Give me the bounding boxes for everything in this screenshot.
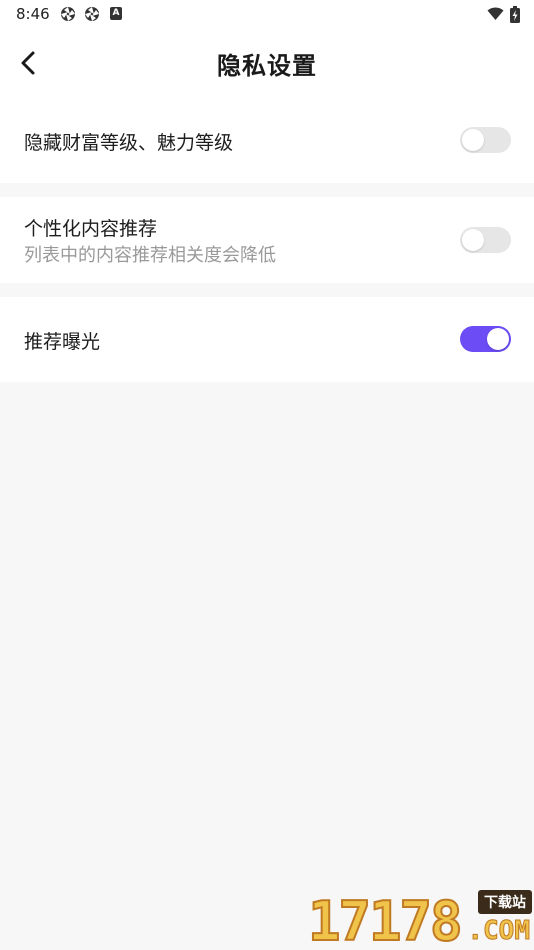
- personalized-recommendation-toggle[interactable]: [460, 227, 511, 253]
- status-bar: 8:46 A: [0, 0, 534, 28]
- hide-levels-toggle[interactable]: [460, 127, 511, 153]
- wifi-icon: [487, 7, 504, 20]
- aperture-icon: [61, 7, 75, 21]
- toggle-knob: [487, 328, 509, 350]
- setting-row-hide-levels: 隐藏财富等级、魅力等级: [0, 98, 534, 183]
- setting-label: 个性化内容推荐: [24, 218, 158, 240]
- setting-row-recommend-exposure: 推荐曝光: [0, 297, 534, 382]
- privacy-settings-screen: 8:46 A 隐私设置 隐藏财富等级、魅力等级 个性化内容推荐 列表中的内容推荐…: [0, 0, 534, 950]
- a-badge-icon: A: [110, 7, 122, 20]
- watermark-tag: 下载站: [478, 890, 532, 914]
- setting-row-personalized-recommendation: 个性化内容推荐 列表中的内容推荐相关度会降低: [0, 197, 534, 283]
- battery-charging-icon: [510, 5, 520, 23]
- status-time: 8:46: [16, 5, 50, 23]
- setting-description: 列表中的内容推荐相关度会降低: [24, 245, 276, 266]
- watermark-digits: 17178: [307, 889, 464, 950]
- status-right-icons: [487, 5, 520, 23]
- aperture-icon: [85, 7, 99, 21]
- toggle-knob: [462, 229, 484, 251]
- recommend-exposure-toggle[interactable]: [460, 326, 511, 352]
- setting-label: 推荐曝光: [24, 331, 101, 353]
- site-watermark-logo: 17178 下载站 .COM: [307, 886, 534, 950]
- watermark-suffix: .COM: [467, 916, 531, 947]
- top-app-bar: 隐私设置: [0, 28, 534, 98]
- page-title: 隐私设置: [217, 52, 317, 80]
- toggle-knob: [462, 129, 484, 151]
- setting-label: 隐藏财富等级、魅力等级: [24, 132, 234, 154]
